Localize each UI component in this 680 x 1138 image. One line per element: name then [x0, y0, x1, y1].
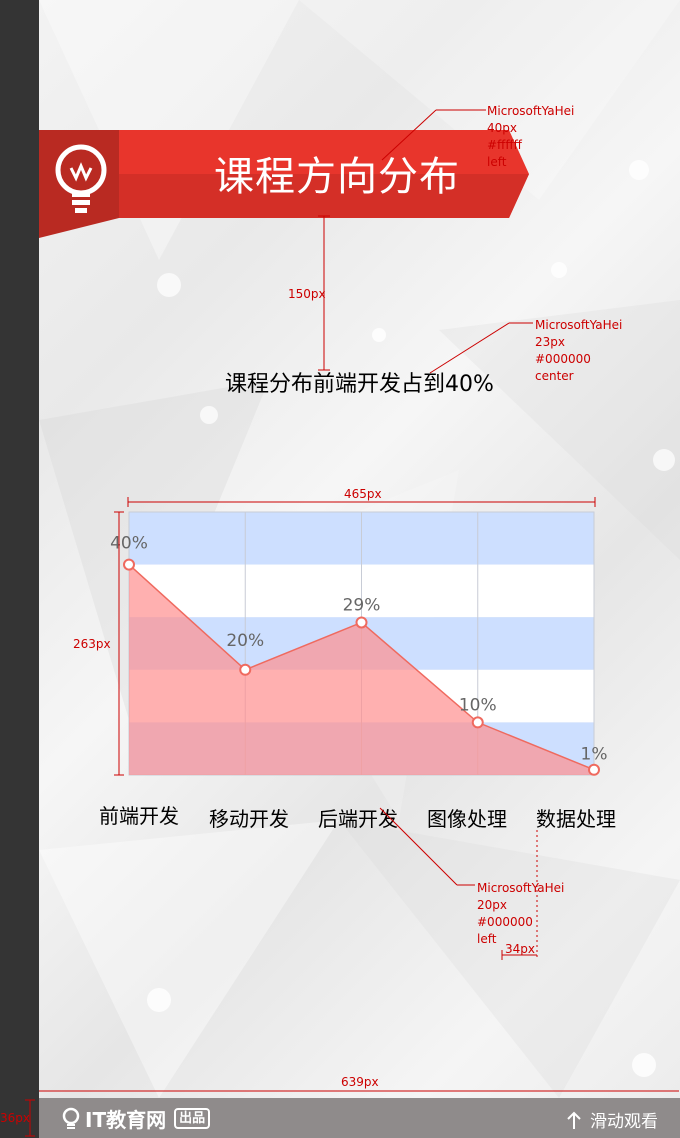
height-263-annotation: 263px: [73, 637, 111, 651]
arrow-up-icon: [567, 1111, 581, 1129]
width-465-annotation: 465px: [344, 487, 382, 501]
data-label: 1%: [581, 745, 608, 765]
logo-bulb-icon: [62, 1107, 80, 1129]
scroll-hint[interactable]: 滑动观看: [566, 1107, 658, 1132]
width-639-annotation: 639px: [341, 1075, 379, 1089]
data-point: [123, 558, 135, 571]
area-chart: 40% 20% 29% 10% 1%: [110, 511, 608, 776]
logo-text: IT教育网: [85, 1108, 167, 1132]
left-dark-strip: [0, 0, 39, 1138]
x-label-frontend: 前端开发: [99, 804, 179, 828]
data-label: 29%: [343, 595, 381, 615]
slide-canvas: 课程方向分布 课程分布前端开发占到40% 40% 20% 29% 10% 1% 前端开发…: [39, 0, 680, 1098]
title-spec-annotation: MicrosoftYaHei 40px #ffffff left: [487, 104, 575, 169]
x-label-backend: 后端开发: [318, 807, 398, 831]
data-label: 20%: [226, 631, 264, 651]
x-label-data: 数据处理: [536, 807, 616, 831]
gap-34-annotation: 34px: [505, 942, 535, 956]
data-label: 10%: [459, 695, 497, 715]
data-point: [471, 716, 484, 729]
gap-150-annotation: 150px: [288, 287, 326, 301]
x-label-image: 图像处理: [427, 807, 507, 831]
footer-logo[interactable]: IT教育网 出品: [61, 1104, 211, 1133]
height-36-annotation: 36px: [0, 1111, 30, 1125]
data-point: [588, 763, 600, 776]
label-spec-annotation: MicrosoftYaHei 20px #000000 left: [477, 881, 565, 946]
data-point: [239, 663, 252, 676]
data-point: [355, 616, 368, 629]
footer-bar: IT教育网 出品 滑动观看: [39, 1098, 680, 1138]
x-label-mobile: 移动开发: [209, 807, 289, 831]
data-label: 40%: [110, 534, 148, 554]
logo-badge: 出品: [174, 1108, 211, 1129]
subtitle-spec-annotation: MicrosoftYaHei 23px #000000 center: [535, 318, 623, 383]
scroll-hint-label: 滑动观看: [590, 1112, 658, 1132]
